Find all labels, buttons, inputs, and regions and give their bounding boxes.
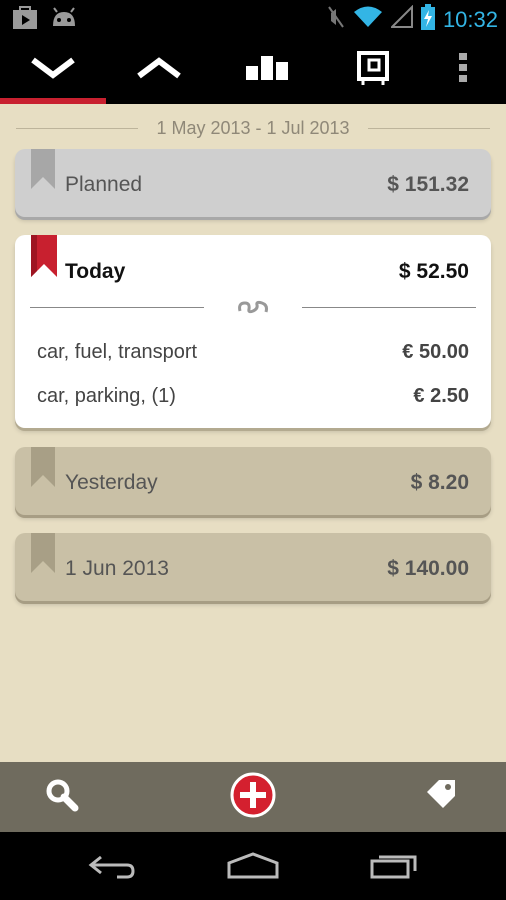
- tags-button[interactable]: [402, 762, 482, 832]
- tag-icon: [425, 778, 459, 817]
- collapse-all-button[interactable]: [0, 36, 106, 104]
- date-range-header: 1 May 2013 - 1 Jul 2013: [16, 114, 490, 142]
- calendar-frame-icon: [357, 50, 389, 90]
- back-button[interactable]: [62, 842, 162, 892]
- entry-amount: € 50.00: [402, 341, 469, 363]
- add-expense-button[interactable]: [213, 762, 293, 832]
- add-icon: [230, 772, 276, 823]
- status-bar: 10:32: [0, 0, 506, 36]
- flourish-icon: [236, 295, 270, 321]
- charts-button[interactable]: [214, 36, 320, 104]
- group-label: Planned: [65, 173, 143, 196]
- group-card-date[interactable]: 1 Jun 2013 $ 140.00: [15, 533, 491, 601]
- overflow-menu-icon: [459, 52, 467, 88]
- android-icon: [50, 6, 78, 35]
- bookmark-ribbon-icon: [31, 533, 55, 578]
- signal-icon: [389, 4, 413, 34]
- recents-icon: [369, 851, 419, 884]
- group-card-yesterday[interactable]: Yesterday $ 8.20: [15, 447, 491, 515]
- search-icon: [45, 778, 79, 817]
- ornament-divider: [30, 295, 476, 321]
- expand-up-icon: [136, 56, 182, 84]
- bookmark-ribbon-icon: [31, 235, 57, 282]
- entry-description: car, parking, (1): [37, 385, 176, 407]
- period-button[interactable]: [320, 36, 426, 104]
- wifi-icon: [353, 5, 383, 34]
- entry-description: car, fuel, transport: [37, 341, 198, 363]
- system-nav-bar: [0, 832, 506, 900]
- group-card-planned[interactable]: Planned $ 151.32: [15, 149, 491, 217]
- date-range-label: 1 May 2013 - 1 Jul 2013: [156, 117, 350, 138]
- battery-charging-icon: [420, 4, 435, 35]
- bar-chart-icon: [245, 55, 289, 85]
- search-button[interactable]: [22, 762, 102, 832]
- group-label: Today: [65, 260, 126, 283]
- clock: 10:32: [442, 6, 498, 32]
- bottom-action-bar: [0, 762, 506, 832]
- group-amount: $ 52.50: [398, 260, 469, 283]
- divider: [16, 127, 139, 129]
- mute-icon: [327, 5, 345, 34]
- group-label: Yesterday: [65, 471, 158, 494]
- back-icon: [87, 851, 137, 884]
- top-toolbar: [0, 36, 506, 104]
- entry-row[interactable]: car, parking, (1) € 2.50: [37, 385, 469, 408]
- group-amount: $ 140.00: [387, 557, 469, 580]
- home-button[interactable]: [203, 842, 303, 892]
- group-label: 1 Jun 2013: [65, 557, 169, 580]
- collapse-down-icon: [30, 57, 76, 84]
- home-icon: [226, 851, 280, 884]
- bookmark-ribbon-icon: [31, 149, 55, 194]
- entry-row[interactable]: car, fuel, transport € 50.00: [37, 341, 469, 364]
- group-card-today[interactable]: Today $ 52.50 car, fuel, transport € 50.…: [15, 235, 491, 428]
- entry-amount: € 2.50: [413, 385, 469, 407]
- group-amount: $ 8.20: [410, 471, 469, 494]
- overflow-menu-button[interactable]: [420, 36, 506, 104]
- expand-all-button[interactable]: [106, 36, 212, 104]
- divider: [367, 127, 490, 129]
- active-tab-indicator: [0, 98, 106, 104]
- bookmark-ribbon-icon: [31, 447, 55, 492]
- recents-button[interactable]: [344, 842, 444, 892]
- play-store-icon: [12, 6, 38, 35]
- group-amount: $ 151.32: [387, 173, 469, 196]
